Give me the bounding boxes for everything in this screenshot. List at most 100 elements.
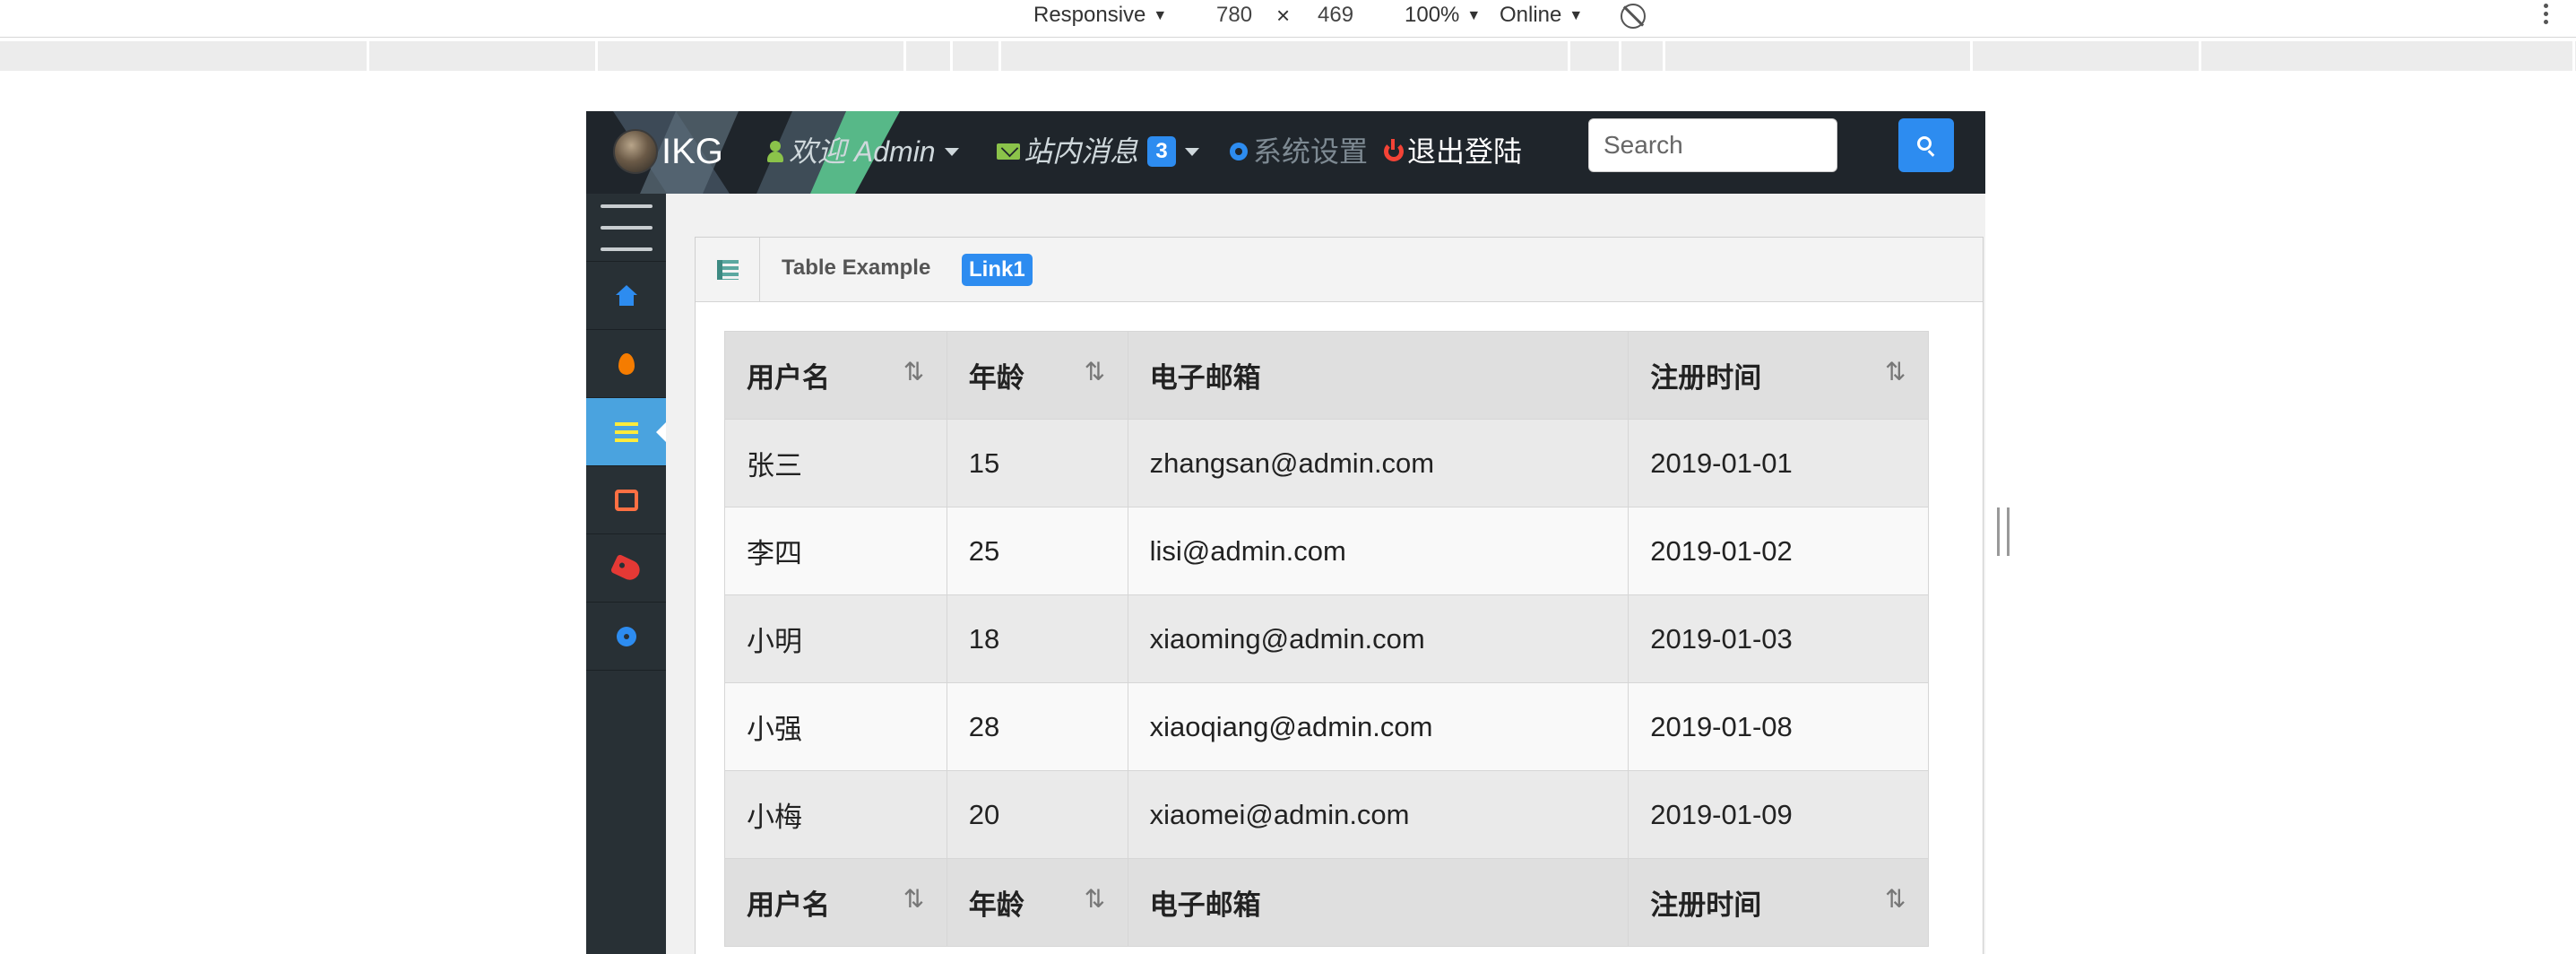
footer-label: 用户名: [747, 889, 830, 921]
messages-dropdown[interactable]: 站内消息 3: [997, 131, 1200, 172]
header-label: 年龄: [968, 362, 1024, 394]
fire-icon: [618, 352, 635, 375]
sort-icon[interactable]: ⇅: [1885, 360, 1915, 385]
cell-email: lisi@admin.com: [1127, 507, 1629, 595]
more-options-icon[interactable]: [2544, 4, 2549, 29]
sidebar-item-fire[interactable]: [586, 330, 666, 398]
cell-username: 小梅: [724, 770, 947, 859]
caret-down-icon: ▼: [1569, 8, 1584, 23]
cell-email: zhangsan@admin.com: [1127, 419, 1629, 507]
dimension-separator: ×: [1276, 2, 1291, 29]
column-footer-registered[interactable]: 注册时间 ⇅: [1628, 858, 1929, 947]
gear-icon: [1230, 143, 1248, 160]
sidebar-item-table[interactable]: [586, 398, 667, 466]
cell-registered: 2019-01-09: [1628, 770, 1929, 859]
table-row[interactable]: 张三 15 zhangsan@admin.com 2019-01-01: [724, 419, 1929, 507]
panel-title: Table Example: [782, 256, 931, 280]
cell-registered: 2019-01-08: [1628, 682, 1929, 771]
network-select-label: Online: [1500, 3, 1562, 27]
column-header-username[interactable]: 用户名 ⇅: [724, 331, 947, 420]
footer-label: 注册时间: [1650, 889, 1762, 921]
column-footer-email: 电子邮箱: [1127, 858, 1629, 947]
viewport-width-input[interactable]: 780: [1216, 2, 1252, 29]
table-row[interactable]: 小明 18 xiaoming@admin.com 2019-01-03: [724, 594, 1929, 683]
emulated-page: IKG 欢迎 Admin 站内消息 3 系统设置 退出登陆 Search Tab…: [586, 111, 1985, 954]
cell-age: 28: [946, 682, 1128, 771]
cell-age: 25: [946, 507, 1128, 595]
sidebar-item-settings[interactable]: [586, 603, 666, 671]
sort-icon[interactable]: ⇅: [1885, 887, 1915, 912]
column-header-age[interactable]: 年龄 ⇅: [946, 331, 1128, 420]
sort-icon[interactable]: ⇅: [903, 360, 934, 385]
power-icon: [1384, 139, 1404, 161]
cell-age: 15: [946, 419, 1128, 507]
cell-username: 李四: [724, 507, 947, 595]
rotate-icon[interactable]: [1621, 4, 1646, 29]
table-header-row: 用户名 ⇅ 年龄 ⇅ 电子邮箱 注册时间 ⇅: [724, 331, 1929, 420]
gear-icon: [616, 626, 636, 646]
settings-label: 系统设置: [1253, 135, 1369, 168]
devtools-device-toolbar: Responsive ▼ 780 × 469 100% ▼ Online ▼: [0, 0, 2576, 38]
sidebar-item-home[interactable]: [586, 262, 666, 330]
sort-icon[interactable]: ⇅: [903, 887, 934, 912]
sidebar-item-tag[interactable]: [586, 534, 666, 603]
cell-registered: 2019-01-03: [1628, 594, 1929, 683]
welcome-label: 欢迎 Admin: [789, 135, 936, 168]
sidebar-item-inbox[interactable]: [586, 466, 666, 534]
zoom-select[interactable]: 100% ▼: [1405, 2, 1481, 29]
cell-username: 张三: [724, 419, 947, 507]
settings-link[interactable]: 系统设置: [1230, 131, 1368, 172]
sidebar-toggle[interactable]: [586, 194, 666, 262]
device-select[interactable]: Responsive ▼: [1033, 2, 1167, 29]
zoom-select-label: 100%: [1405, 3, 1460, 27]
caret-down-icon: [944, 147, 959, 156]
cell-age: 18: [946, 594, 1128, 683]
cell-email: xiaoqiang@admin.com: [1127, 682, 1629, 771]
column-footer-username[interactable]: 用户名 ⇅: [724, 858, 947, 947]
caret-down-icon: ▼: [1466, 8, 1482, 23]
brand[interactable]: IKG: [613, 124, 723, 179]
search-input[interactable]: [1588, 118, 1837, 172]
media-query-ruler[interactable]: [0, 41, 2576, 71]
header-label: 注册时间: [1650, 362, 1762, 394]
panel-link-badge[interactable]: Link1: [962, 254, 1033, 286]
cell-username: 小明: [724, 594, 947, 683]
device-select-label: Responsive: [1033, 3, 1146, 27]
tag-icon: [609, 553, 643, 583]
network-throttle-select[interactable]: Online ▼: [1500, 2, 1583, 29]
panel-icon-box: [696, 238, 760, 301]
main-content: Table Example Link1 用户名 ⇅ 年龄 ⇅ 电子邮箱 注册时间 ⇅ …: [666, 194, 1985, 954]
top-navbar: IKG 欢迎 Admin 站内消息 3 系统设置 退出登陆: [586, 111, 1985, 194]
sidebar: [586, 194, 667, 954]
caret-down-icon: [1185, 147, 1200, 156]
viewport-height-input[interactable]: 469: [1318, 2, 1353, 29]
header-label: 用户名: [747, 362, 830, 394]
table-row[interactable]: 小梅 20 xiaomei@admin.com 2019-01-09: [724, 770, 1929, 859]
table-icon: [716, 259, 739, 280]
column-footer-age[interactable]: 年龄 ⇅: [946, 858, 1128, 947]
welcome-dropdown[interactable]: 欢迎 Admin: [765, 131, 959, 172]
menu-icon-bar: [600, 204, 653, 208]
avatar: [613, 129, 658, 174]
sort-icon[interactable]: ⇅: [1085, 887, 1115, 912]
mail-icon: [997, 143, 1020, 160]
column-header-email: 电子邮箱: [1127, 331, 1629, 420]
logout-link[interactable]: 退出登陆: [1384, 131, 1522, 172]
cell-age: 20: [946, 770, 1128, 859]
search-button[interactable]: [1898, 118, 1954, 172]
cell-username: 小强: [724, 682, 947, 771]
cell-email: xiaomei@admin.com: [1127, 770, 1629, 859]
viewport-resize-handle[interactable]: [1997, 507, 2010, 556]
header-label: 电子邮箱: [1149, 362, 1261, 394]
message-count-badge: 3: [1147, 136, 1177, 167]
table-row[interactable]: 李四 25 lisi@admin.com 2019-01-02: [724, 507, 1929, 595]
user-icon: [765, 140, 785, 163]
brand-name: IKG: [661, 131, 723, 171]
sort-icon[interactable]: ⇅: [1085, 360, 1115, 385]
cell-registered: 2019-01-01: [1628, 419, 1929, 507]
footer-label: 电子邮箱: [1149, 889, 1261, 921]
cell-email: xiaoming@admin.com: [1127, 594, 1629, 683]
panel-header: Table Example Link1: [696, 238, 1983, 302]
table-row[interactable]: 小强 28 xiaoqiang@admin.com 2019-01-08: [724, 682, 1929, 771]
column-header-registered[interactable]: 注册时间 ⇅: [1628, 331, 1929, 420]
